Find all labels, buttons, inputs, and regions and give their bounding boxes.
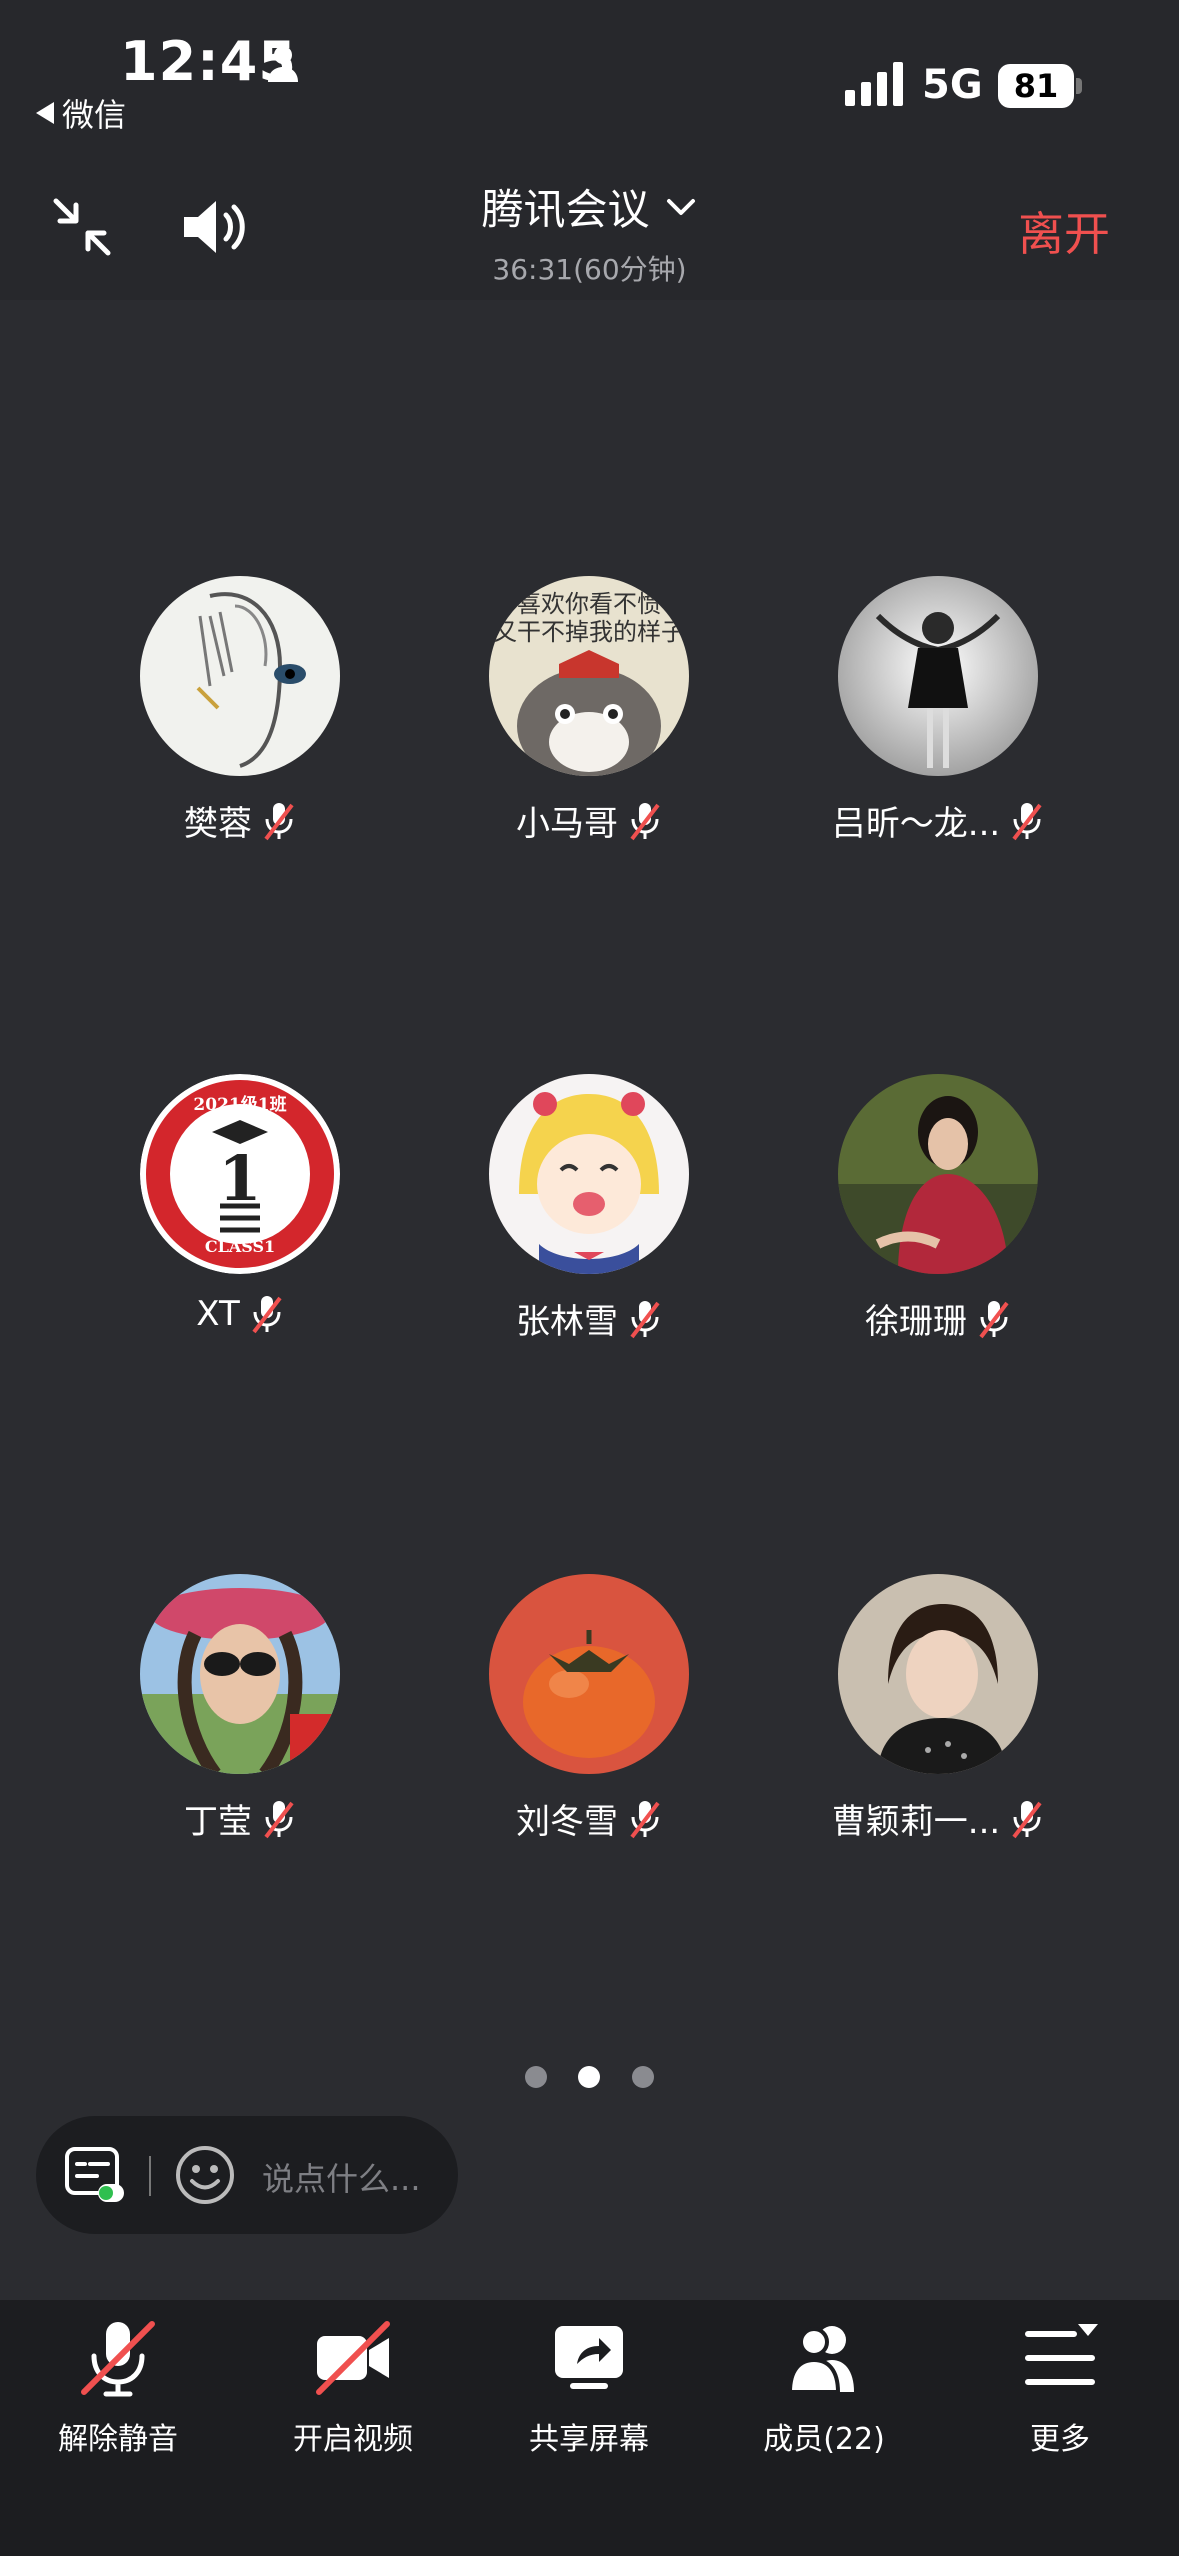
participant-name-row: 樊蓉 [75, 796, 405, 845]
participant-avatar[interactable] [489, 1074, 689, 1274]
participant-avatar[interactable]: 喜欢你看不惯 又干不掉我的样子 [489, 576, 689, 776]
mic-muted-icon [1012, 802, 1042, 840]
avatar-image [838, 576, 1038, 776]
participant-avatar[interactable] [140, 1574, 340, 1774]
back-app-label: 微信 [62, 96, 127, 134]
page-dot-3[interactable] [632, 2066, 654, 2088]
more-menu-icon [1025, 2324, 1098, 2385]
video-off-icon [316, 2321, 390, 2395]
participant-name-row: 丁莹 [75, 1794, 405, 1843]
mic-off-icon [81, 2321, 155, 2397]
avatar-image [489, 1574, 689, 1774]
participant-name: 樊蓉 [184, 804, 252, 844]
badge-text: CLASS1 [205, 1237, 275, 1256]
back-arrow-icon [36, 102, 54, 124]
meeting-title: 腾讯会议 [481, 185, 650, 234]
unmute-button[interactable]: 解除静音 [18, 2318, 218, 2458]
participant-avatar[interactable] [838, 1574, 1038, 1774]
battery-icon: 81 [998, 64, 1074, 108]
cellular-signal-icon [845, 62, 903, 106]
participant-name-row: XT [75, 1294, 405, 1334]
unmute-label: 解除静音 [58, 2422, 178, 2457]
share-screen-label: 共享屏幕 [529, 2422, 649, 2457]
members-icon [787, 2326, 854, 2394]
mic-muted-icon [630, 1800, 660, 1838]
mic-muted-icon [252, 1296, 282, 1334]
battery-nub [1076, 78, 1082, 94]
members-button[interactable]: 成员(22) [724, 2318, 924, 2458]
badge-text: 2021级1班 [193, 1094, 286, 1115]
participant-name-row: 徐珊珊 [773, 1294, 1103, 1343]
mic-muted-icon [264, 1800, 294, 1838]
person-icon [268, 46, 298, 82]
chevron-down-icon [666, 198, 695, 215]
more-button[interactable]: 更多 [960, 2318, 1160, 2458]
share-screen-button[interactable]: 共享屏幕 [489, 2318, 689, 2458]
participant-name: 丁莹 [184, 1802, 252, 1842]
meeting-title-button[interactable]: 腾讯会议 [400, 176, 779, 237]
participant-name-row: 刘冬雪 [424, 1794, 754, 1843]
battery-level: 81 [1013, 67, 1059, 105]
page-dot-2[interactable] [578, 2066, 600, 2088]
participant-name: 徐珊珊 [865, 1302, 967, 1342]
participant-name: 吕昕～龙... [831, 804, 1001, 844]
participant-name: 曹颖莉一... [831, 1802, 1001, 1842]
back-to-wechat[interactable]: 微信 [36, 90, 126, 136]
mic-muted-icon [979, 1300, 1009, 1338]
mic-muted-icon [630, 1300, 660, 1338]
page-dot-1[interactable] [525, 2066, 547, 2088]
participant-name: 张林雪 [516, 1302, 618, 1342]
participant-name-row: 吕昕～龙... [773, 796, 1103, 845]
chat-placeholder[interactable]: 说点什么... [262, 2154, 421, 2200]
mic-muted-icon [264, 802, 294, 840]
avatar-image: 2021级1班 CLASS1 1 [140, 1074, 340, 1274]
avatar-image [140, 576, 340, 776]
more-label: 更多 [1030, 2422, 1090, 2457]
participant-name: 小马哥 [516, 804, 618, 844]
avatar-image: 喜欢你看不惯 又干不掉我的样子 [489, 576, 689, 776]
avatar-image [489, 1074, 689, 1274]
start-video-label: 开启视频 [293, 2422, 413, 2457]
start-video-button[interactable]: 开启视频 [253, 2318, 453, 2458]
meeting-duration: 36:31(60分钟) [492, 253, 687, 286]
participant-avatar[interactable] [140, 576, 340, 776]
avatar-text: 又干不掉我的样子 [493, 618, 685, 646]
participant-name: 刘冬雪 [516, 1802, 618, 1842]
participant-name-row: 小马哥 [424, 796, 754, 845]
participant-name-row: 张林雪 [424, 1294, 754, 1343]
participant-name: XT [196, 1294, 240, 1334]
chat-divider [149, 2156, 151, 2196]
avatar-image [838, 1074, 1038, 1274]
network-type: 5G [922, 62, 983, 108]
captions-icon[interactable] [64, 2146, 126, 2204]
leave-button[interactable]: 离开 [1018, 198, 1110, 264]
participant-avatar[interactable] [838, 1074, 1038, 1274]
members-label: 成员(22) [763, 2422, 885, 2457]
mic-muted-icon [1012, 1800, 1042, 1838]
share-screen-icon [555, 2326, 623, 2389]
mic-muted-icon [630, 802, 660, 840]
avatar-text: 喜欢你看不惯 [517, 590, 661, 618]
participant-name-row: 曹颖莉一... [773, 1794, 1103, 1843]
emoji-icon[interactable] [174, 2144, 236, 2206]
participant-avatar[interactable] [489, 1574, 689, 1774]
avatar-image [838, 1574, 1038, 1774]
avatar-image [140, 1574, 340, 1774]
participant-avatar[interactable]: 2021级1班 CLASS1 1 [140, 1074, 340, 1274]
participant-avatar[interactable] [838, 576, 1038, 776]
